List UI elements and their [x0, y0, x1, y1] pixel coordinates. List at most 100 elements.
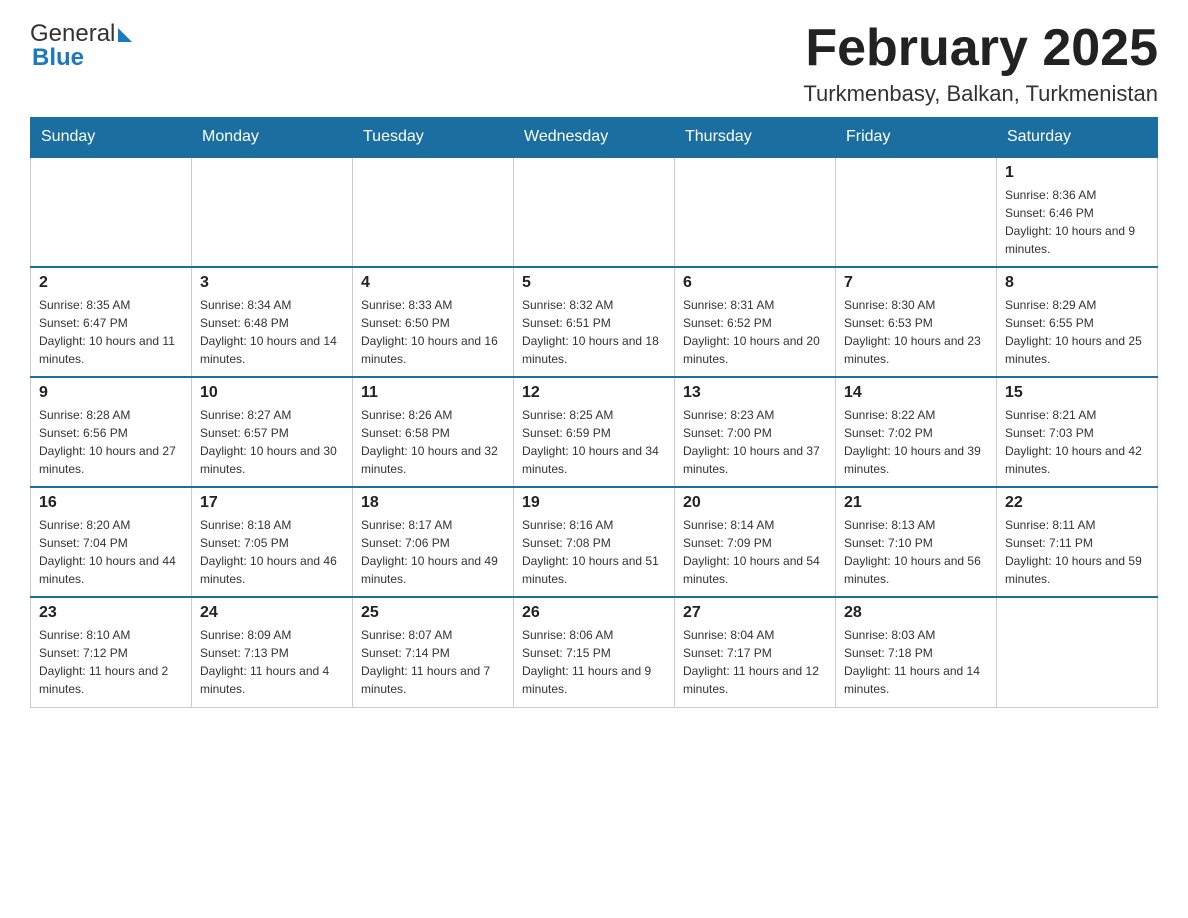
calendar-cell: 12 Sunrise: 8:25 AM Sunset: 6:59 PM Dayli…	[514, 377, 675, 487]
day-number: 4	[361, 274, 505, 292]
day-number: 15	[1005, 384, 1149, 402]
calendar-cell: 24 Sunrise: 8:09 AM Sunset: 7:13 PM Dayli…	[192, 597, 353, 707]
weekday-header-saturday: Saturday	[997, 118, 1158, 158]
calendar-cell	[675, 157, 836, 267]
calendar-header: SundayMondayTuesdayWednesdayThursdayFrid…	[31, 118, 1158, 158]
day-info: Sunrise: 8:22 AM Sunset: 7:02 PM Dayligh…	[844, 406, 988, 478]
calendar-cell: 18 Sunrise: 8:17 AM Sunset: 7:06 PM Dayli…	[353, 487, 514, 597]
day-number: 23	[39, 604, 183, 622]
calendar-week-row: 9Sunrise: 8:28 AM Sunset: 6:56 PM Daylig…	[31, 377, 1158, 487]
calendar-cell: 10 Sunrise: 8:27 AM Sunset: 6:57 PM Dayli…	[192, 377, 353, 487]
day-number: 5	[522, 274, 666, 292]
calendar-cell: 8Sunrise: 8:29 AM Sunset: 6:55 PM Daylig…	[997, 267, 1158, 377]
day-info: Sunrise: 8:20 AM Sunset: 7:04 PM Dayligh…	[39, 516, 183, 588]
day-info: Sunrise: 8:18 AM Sunset: 7:05 PM Dayligh…	[200, 516, 344, 588]
weekday-header-monday: Monday	[192, 118, 353, 158]
calendar-week-row: 23 Sunrise: 8:10 AM Sunset: 7:12 PM Dayli…	[31, 597, 1158, 707]
day-info: Sunrise: 8:07 AM Sunset: 7:14 PM Dayligh…	[361, 626, 505, 698]
day-info: Sunrise: 8:14 AM Sunset: 7:09 PM Dayligh…	[683, 516, 827, 588]
day-info: Sunrise: 8:13 AM Sunset: 7:10 PM Dayligh…	[844, 516, 988, 588]
calendar-cell: 9Sunrise: 8:28 AM Sunset: 6:56 PM Daylig…	[31, 377, 192, 487]
day-info: Sunrise: 8:04 AM Sunset: 7:17 PM Dayligh…	[683, 626, 827, 698]
calendar-cell: 15 Sunrise: 8:21 AM Sunset: 7:03 PM Dayli…	[997, 377, 1158, 487]
calendar-cell	[836, 157, 997, 267]
day-info: Sunrise: 8:17 AM Sunset: 7:06 PM Dayligh…	[361, 516, 505, 588]
day-info: Sunrise: 8:28 AM Sunset: 6:56 PM Dayligh…	[39, 406, 183, 478]
calendar-cell: 26 Sunrise: 8:06 AM Sunset: 7:15 PM Dayli…	[514, 597, 675, 707]
day-info: Sunrise: 8:10 AM Sunset: 7:12 PM Dayligh…	[39, 626, 183, 698]
day-info: Sunrise: 8:26 AM Sunset: 6:58 PM Dayligh…	[361, 406, 505, 478]
day-number: 25	[361, 604, 505, 622]
day-number: 3	[200, 274, 344, 292]
calendar-cell: 3 Sunrise: 8:34 AM Sunset: 6:48 PM Daylig…	[192, 267, 353, 377]
day-number: 28	[844, 604, 988, 622]
calendar-cell	[192, 157, 353, 267]
weekday-header-thursday: Thursday	[675, 118, 836, 158]
calendar-cell: 22 Sunrise: 8:11 AM Sunset: 7:11 PM Dayli…	[997, 487, 1158, 597]
calendar-table: SundayMondayTuesdayWednesdayThursdayFrid…	[30, 117, 1158, 708]
day-number: 8	[1005, 274, 1149, 292]
day-info: Sunrise: 8:21 AM Sunset: 7:03 PM Dayligh…	[1005, 406, 1149, 478]
calendar-cell: 17 Sunrise: 8:18 AM Sunset: 7:05 PM Dayli…	[192, 487, 353, 597]
day-number: 21	[844, 494, 988, 512]
calendar-week-row: 16 Sunrise: 8:20 AM Sunset: 7:04 PM Dayli…	[31, 487, 1158, 597]
calendar-cell: 1Sunrise: 8:36 AM Sunset: 6:46 PM Daylig…	[997, 157, 1158, 267]
weekday-header-row: SundayMondayTuesdayWednesdayThursdayFrid…	[31, 118, 1158, 158]
calendar-cell: 11Sunrise: 8:26 AM Sunset: 6:58 PM Dayli…	[353, 377, 514, 487]
title-block: February 2025 Turkmenbasy, Balkan, Turkm…	[803, 20, 1158, 107]
calendar-cell: 13 Sunrise: 8:23 AM Sunset: 7:00 PM Dayli…	[675, 377, 836, 487]
calendar-cell	[514, 157, 675, 267]
calendar-cell: 21 Sunrise: 8:13 AM Sunset: 7:10 PM Dayli…	[836, 487, 997, 597]
day-number: 18	[361, 494, 505, 512]
logo-blue-text: Blue	[32, 44, 84, 72]
day-number: 27	[683, 604, 827, 622]
day-info: Sunrise: 8:09 AM Sunset: 7:13 PM Dayligh…	[200, 626, 344, 698]
day-info: Sunrise: 8:23 AM Sunset: 7:00 PM Dayligh…	[683, 406, 827, 478]
weekday-header-wednesday: Wednesday	[514, 118, 675, 158]
calendar-cell	[353, 157, 514, 267]
day-info: Sunrise: 8:25 AM Sunset: 6:59 PM Dayligh…	[522, 406, 666, 478]
day-number: 2	[39, 274, 183, 292]
calendar-cell: 14Sunrise: 8:22 AM Sunset: 7:02 PM Dayli…	[836, 377, 997, 487]
location-title: Turkmenbasy, Balkan, Turkmenistan	[803, 81, 1158, 107]
logo-arrow-icon	[118, 28, 132, 42]
day-info: Sunrise: 8:27 AM Sunset: 6:57 PM Dayligh…	[200, 406, 344, 478]
day-info: Sunrise: 8:32 AM Sunset: 6:51 PM Dayligh…	[522, 296, 666, 368]
calendar-cell: 4 Sunrise: 8:33 AM Sunset: 6:50 PM Daylig…	[353, 267, 514, 377]
calendar-week-row: 1Sunrise: 8:36 AM Sunset: 6:46 PM Daylig…	[31, 157, 1158, 267]
calendar-cell: 23 Sunrise: 8:10 AM Sunset: 7:12 PM Dayli…	[31, 597, 192, 707]
day-info: Sunrise: 8:16 AM Sunset: 7:08 PM Dayligh…	[522, 516, 666, 588]
day-info: Sunrise: 8:11 AM Sunset: 7:11 PM Dayligh…	[1005, 516, 1149, 588]
day-info: Sunrise: 8:31 AM Sunset: 6:52 PM Dayligh…	[683, 296, 827, 368]
day-number: 24	[200, 604, 344, 622]
calendar-cell: 25 Sunrise: 8:07 AM Sunset: 7:14 PM Dayli…	[353, 597, 514, 707]
day-info: Sunrise: 8:06 AM Sunset: 7:15 PM Dayligh…	[522, 626, 666, 698]
calendar-cell: 28Sunrise: 8:03 AM Sunset: 7:18 PM Dayli…	[836, 597, 997, 707]
day-number: 26	[522, 604, 666, 622]
day-info: Sunrise: 8:36 AM Sunset: 6:46 PM Dayligh…	[1005, 186, 1149, 258]
day-number: 22	[1005, 494, 1149, 512]
day-number: 13	[683, 384, 827, 402]
calendar-cell: 5 Sunrise: 8:32 AM Sunset: 6:51 PM Daylig…	[514, 267, 675, 377]
logo: General Blue	[30, 20, 132, 72]
month-title: February 2025	[803, 20, 1158, 77]
day-info: Sunrise: 8:34 AM Sunset: 6:48 PM Dayligh…	[200, 296, 344, 368]
calendar-cell: 2 Sunrise: 8:35 AM Sunset: 6:47 PM Daylig…	[31, 267, 192, 377]
day-info: Sunrise: 8:35 AM Sunset: 6:47 PM Dayligh…	[39, 296, 183, 368]
day-number: 12	[522, 384, 666, 402]
calendar-cell: 20 Sunrise: 8:14 AM Sunset: 7:09 PM Dayli…	[675, 487, 836, 597]
day-number: 7	[844, 274, 988, 292]
day-info: Sunrise: 8:33 AM Sunset: 6:50 PM Dayligh…	[361, 296, 505, 368]
calendar-cell: 27 Sunrise: 8:04 AM Sunset: 7:17 PM Dayli…	[675, 597, 836, 707]
weekday-header-sunday: Sunday	[31, 118, 192, 158]
day-number: 17	[200, 494, 344, 512]
day-number: 20	[683, 494, 827, 512]
calendar-cell: 19 Sunrise: 8:16 AM Sunset: 7:08 PM Dayli…	[514, 487, 675, 597]
day-number: 16	[39, 494, 183, 512]
day-number: 6	[683, 274, 827, 292]
day-number: 10	[200, 384, 344, 402]
day-number: 19	[522, 494, 666, 512]
page-header: General Blue February 2025 Turkmenbasy, …	[30, 20, 1158, 107]
calendar-cell	[31, 157, 192, 267]
calendar-cell	[997, 597, 1158, 707]
